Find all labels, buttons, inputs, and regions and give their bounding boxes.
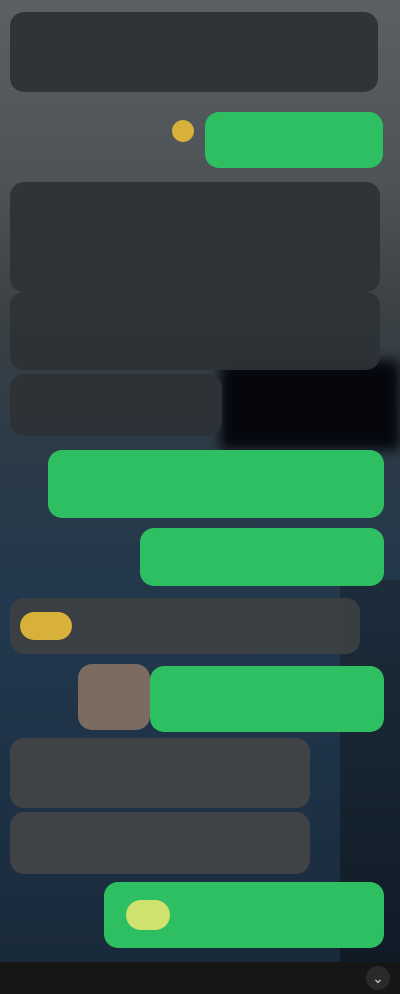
chevron-down-icon: ⌄ — [372, 969, 384, 986]
chat-message-outgoing[interactable] — [104, 882, 384, 948]
chat-message-incoming[interactable] — [10, 374, 222, 436]
chat-message-outgoing[interactable] — [150, 666, 384, 732]
contact-avatar[interactable] — [78, 664, 150, 730]
chat-message-incoming[interactable] — [10, 292, 380, 370]
scroll-down-button[interactable]: ⌄ — [366, 966, 390, 990]
chat-message-outgoing[interactable] — [140, 528, 384, 586]
sticker-icon — [126, 900, 170, 930]
chat-message-incoming[interactable] — [10, 812, 310, 874]
chat-message-incoming[interactable] — [10, 738, 310, 808]
bottom-bar — [0, 962, 400, 994]
sticker-icon — [172, 120, 194, 142]
chat-message-incoming[interactable] — [10, 598, 360, 654]
background-dark-region — [220, 360, 400, 450]
chat-message-incoming[interactable] — [10, 182, 380, 292]
chat-message-outgoing[interactable] — [205, 112, 383, 168]
chat-message-outgoing[interactable] — [48, 450, 384, 518]
sticker-icon — [20, 612, 72, 640]
chat-message-incoming[interactable] — [10, 12, 378, 92]
